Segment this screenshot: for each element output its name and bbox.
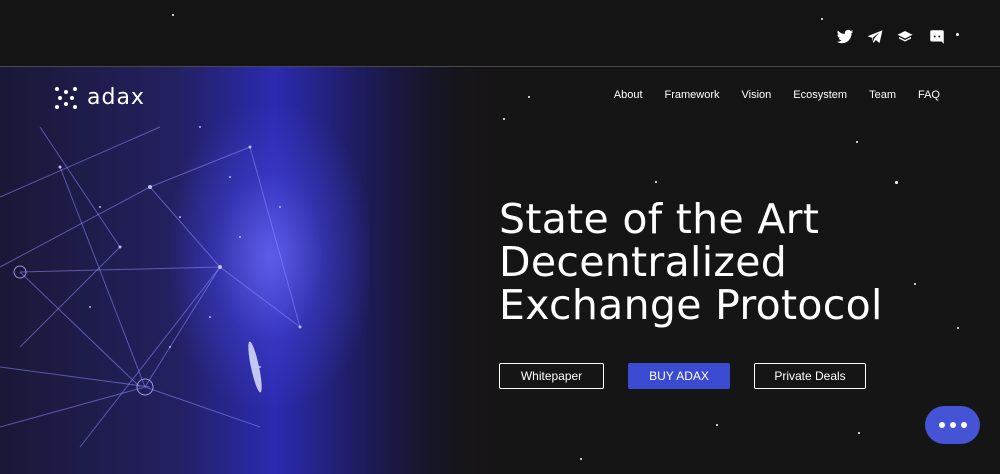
- chat-dots-icon[interactable]: [925, 406, 980, 444]
- hero-headline: State of the Art Decentralized Exchange …: [499, 198, 919, 327]
- main-nav: About Framework Vision Ecosystem Team FA…: [614, 89, 940, 101]
- hero-fade: [380, 67, 510, 474]
- adax-logo[interactable]: adax: [55, 85, 145, 110]
- star: [172, 14, 174, 16]
- star: [956, 33, 959, 36]
- nav-about[interactable]: About: [614, 89, 643, 101]
- headline-line-2: Decentralized: [499, 238, 788, 286]
- star: [858, 432, 860, 434]
- nav-framework[interactable]: Framework: [665, 89, 720, 101]
- adax-logo-icon: [55, 86, 77, 109]
- star: [957, 327, 959, 329]
- headline-line-3: Exchange Protocol: [499, 281, 883, 329]
- star: [821, 18, 823, 20]
- whitepaper-button[interactable]: Whitepaper: [499, 363, 604, 389]
- star: [716, 424, 718, 426]
- nav-ecosystem[interactable]: Ecosystem: [793, 89, 847, 101]
- logo-text: adax: [87, 85, 145, 110]
- nav-team[interactable]: Team: [869, 89, 896, 101]
- star: [503, 118, 505, 120]
- star: [528, 96, 530, 98]
- star: [580, 458, 582, 460]
- headline-line-1: State of the Art: [499, 195, 820, 243]
- star: [856, 141, 858, 143]
- hero-network-image: [0, 67, 510, 474]
- medium-icon[interactable]: [896, 28, 914, 46]
- discord-icon[interactable]: [928, 28, 946, 46]
- private-deals-button[interactable]: Private Deals: [754, 363, 866, 389]
- telegram-icon[interactable]: [866, 28, 884, 46]
- buy-adax-button[interactable]: BUY ADAX: [628, 363, 730, 389]
- nav-vision[interactable]: Vision: [742, 89, 772, 101]
- star: [895, 181, 898, 184]
- nav-faq[interactable]: FAQ: [918, 89, 940, 101]
- twitter-icon[interactable]: [836, 28, 854, 46]
- star: [655, 181, 657, 183]
